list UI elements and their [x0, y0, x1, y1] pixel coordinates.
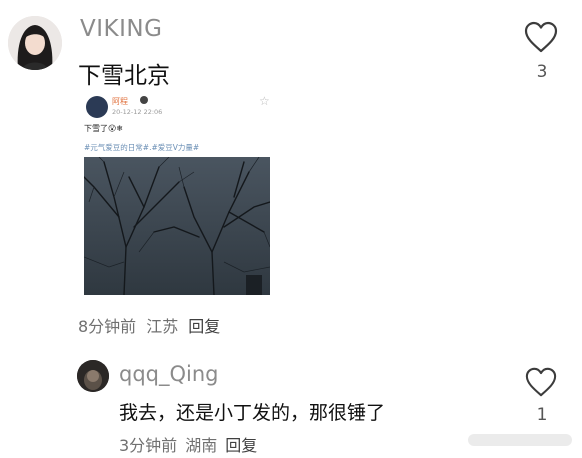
- watermark: [468, 434, 572, 446]
- embedded-post-photo: [84, 157, 270, 295]
- comment-text: 我去，还是小丁发的，那很锤了: [119, 402, 386, 424]
- comment-meta: 3分钟前 湖南 回复: [119, 432, 265, 456]
- avatar[interactable]: [77, 360, 109, 392]
- heart-outline-icon[interactable]: [523, 366, 559, 398]
- embedded-post-timestamp: 20-12-12 22:06: [112, 108, 163, 116]
- embedded-post-tags: #元气爱豆的日常#.#爱豆V力量#: [84, 143, 200, 152]
- reply-button[interactable]: 回复: [188, 317, 220, 336]
- avatar[interactable]: [8, 16, 62, 70]
- star-outline-icon: ☆: [259, 94, 270, 108]
- embedded-post-author: 阿程: [112, 97, 128, 106]
- embedded-post-avatar: [86, 96, 108, 118]
- heart-outline-icon[interactable]: [523, 20, 559, 54]
- comment-time: 3分钟前: [119, 436, 178, 455]
- comment-time: 8分钟前: [78, 317, 137, 336]
- comment-location: 江苏: [146, 317, 179, 336]
- verified-badge-icon: [140, 96, 148, 104]
- reply-button[interactable]: 回复: [225, 436, 257, 455]
- comment-username[interactable]: qqq_Qing: [119, 362, 219, 386]
- comment-location: 湖南: [185, 436, 218, 455]
- comment-text: 下雪北京: [78, 63, 170, 89]
- like-count: 3: [536, 62, 548, 82]
- comment-username[interactable]: VIKING: [80, 16, 162, 42]
- embedded-post-text: 下雪了😮❄: [84, 124, 124, 133]
- like-count: 1: [536, 405, 548, 425]
- comment-meta: 8分钟前 江苏 回复: [78, 313, 230, 337]
